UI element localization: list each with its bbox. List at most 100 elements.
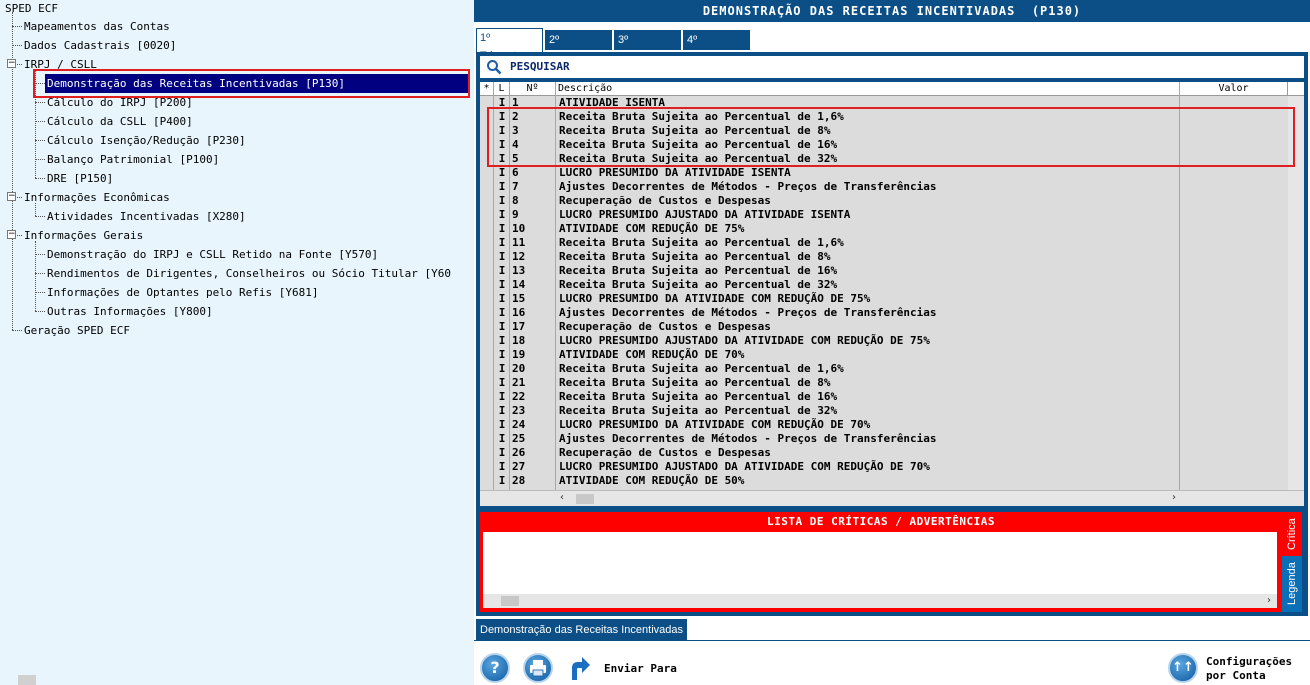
cell-descricao: LUCRO PRESUMIDO AJUSTADO DA ATIVIDADE CO… [559, 334, 930, 347]
cell-l: I [498, 180, 506, 193]
tree-line [35, 311, 45, 312]
tree-item-dados-cadastrais[interactable]: Dados Cadastrais [0020] [22, 36, 178, 55]
cell-l: I [498, 334, 506, 347]
cell-numero: 28 [512, 474, 526, 487]
cell-l: I [498, 348, 506, 361]
scrollbar-thumb[interactable] [501, 596, 519, 606]
tree-item-rendimentos-dirigentes[interactable]: Rendimentos de Dirigentes, Conselheiros … [45, 264, 453, 283]
cell-l: I [498, 320, 506, 333]
cell-numero: 10 [512, 222, 526, 235]
cell-l: I [498, 194, 506, 207]
help-icon: ? [490, 658, 500, 677]
scroll-right-icon[interactable]: › [1267, 595, 1271, 606]
cell-l: I [498, 418, 506, 431]
cell-l: I [498, 446, 506, 459]
cell-l: I [498, 376, 506, 389]
cell-numero: 8 [512, 194, 519, 207]
cell-numero: 11 [512, 236, 526, 249]
scrollbar-thumb[interactable] [18, 675, 36, 685]
navigation-tree: SPED ECF − − − Mapeamentos das Contas Da… [0, 0, 474, 685]
cell-l: I [498, 474, 506, 487]
config-button[interactable]: ↑↑ [1168, 653, 1198, 683]
cell-l: I [498, 278, 506, 291]
cell-descricao: LUCRO PRESUMIDO AJUSTADO DA ATIVIDADE IS… [559, 208, 851, 221]
print-button[interactable] [523, 653, 553, 683]
cell-descricao: Ajustes Decorrentes de Métodos - Preços … [559, 180, 937, 193]
cell-l: I [498, 292, 506, 305]
cell-descricao: Receita Bruta Sujeita ao Percentual de 1… [559, 390, 838, 403]
bottom-tab-receitas[interactable]: Demonstração das Receitas Incentivadas [476, 619, 687, 641]
tree-item-info-economicas[interactable]: Informações Econômicas [22, 188, 172, 207]
main-panel: DEMONSTRAÇÃO DAS RECEITAS INCENTIVADAS (… [474, 0, 1310, 685]
cell-numero: 26 [512, 446, 526, 459]
tab-critica[interactable]: Crítica [1282, 512, 1302, 556]
cell-numero: 23 [512, 404, 526, 417]
search-icon[interactable] [486, 59, 502, 75]
cell-numero: 21 [512, 376, 526, 389]
config-label-line2[interactable]: por Conta [1206, 669, 1266, 682]
cell-descricao: LUCRO PRESUMIDO DA ATIVIDADE COM REDUÇÃO… [559, 292, 871, 305]
tree-line [12, 330, 22, 331]
cell-descricao: Recuperação de Custos e Despesas [559, 320, 771, 333]
tree-horizontal-scrollbar[interactable] [0, 675, 474, 685]
cell-numero: 24 [512, 418, 526, 431]
cell-l: I [498, 460, 506, 473]
tab-4-trimestre[interactable]: 4º Trimestre [683, 30, 750, 64]
col-header-descricao[interactable]: Descrição [556, 82, 1180, 96]
tree-item-dre[interactable]: DRE [P150] [45, 169, 115, 188]
tree-item-mapeamentos[interactable]: Mapeamentos das Contas [22, 17, 172, 36]
scrollbar-thumb[interactable] [576, 494, 594, 504]
tree-item-calculo-isencao[interactable]: Cálculo Isenção/Redução [P230] [45, 131, 248, 150]
cell-descricao: ATIVIDADE COM REDUÇÃO DE 70% [559, 348, 745, 361]
tab-3-trimestre[interactable]: 3º Trimestre [614, 30, 681, 64]
highlight-box [487, 107, 1295, 167]
cell-l: I [498, 166, 506, 179]
tree-item-info-gerais[interactable]: Informações Gerais [22, 226, 145, 245]
tree-item-outras-informacoes[interactable]: Outras Informações [Y800] [45, 302, 215, 321]
tree-line [35, 121, 45, 122]
tab-2-trimestre[interactable]: 2º Trimestre [545, 30, 612, 64]
col-header-numero[interactable]: Nº [510, 82, 556, 96]
cell-l: I [498, 208, 506, 221]
panel-title: DEMONSTRAÇÃO DAS RECEITAS INCENTIVADAS (… [474, 0, 1310, 22]
collapse-icon[interactable]: − [7, 230, 16, 239]
tree-item-optantes-refis[interactable]: Informações de Optantes pelo Refis [Y681… [45, 283, 321, 302]
col-header-star[interactable]: * [480, 82, 494, 96]
cell-l: I [498, 306, 506, 319]
criticas-list[interactable]: › [483, 532, 1277, 608]
tree-line [35, 140, 45, 141]
tree-item-calculo-csll[interactable]: Cálculo da CSLL [P400] [45, 112, 195, 131]
config-label-line1[interactable]: Configurações [1206, 655, 1292, 668]
scroll-left-icon[interactable]: ‹ [560, 492, 564, 503]
cell-numero: 6 [512, 166, 519, 179]
tree-item-balanco[interactable]: Balanço Patrimonial [P100] [45, 150, 221, 169]
cell-descricao: LUCRO PRESUMIDO DA ATIVIDADE COM REDUÇÃO… [559, 418, 871, 431]
send-to-label[interactable]: Enviar Para [604, 662, 677, 675]
help-button[interactable]: ? [480, 653, 510, 683]
tab-1-trimestre[interactable]: 1º Trimestre [476, 28, 543, 62]
tab-legenda[interactable]: Legenda [1282, 556, 1302, 612]
tree-line [12, 26, 22, 27]
cell-l: I [498, 236, 506, 249]
collapse-icon[interactable]: − [7, 59, 16, 68]
tree-item-irpj-retido[interactable]: Demonstração do IRPJ e CSLL Retido na Fo… [45, 245, 380, 264]
cell-descricao: Recuperação de Custos e Despesas [559, 446, 771, 459]
criticas-horizontal-scrollbar[interactable]: › [483, 594, 1277, 608]
col-header-valor[interactable]: Valor [1180, 82, 1288, 96]
collapse-icon[interactable]: − [7, 192, 16, 201]
cell-l: I [498, 432, 506, 445]
cell-numero: 7 [512, 180, 519, 193]
tree-item-geracao-sped[interactable]: Geração SPED ECF [22, 321, 132, 340]
grid-horizontal-scrollbar[interactable]: ‹ › [480, 490, 1304, 506]
cell-numero: 18 [512, 334, 526, 347]
search-bar[interactable]: PESQUISAR [480, 56, 1304, 78]
send-arrow-icon[interactable] [568, 654, 592, 682]
col-header-l[interactable]: L [494, 82, 510, 96]
scroll-right-icon[interactable]: › [1172, 492, 1176, 503]
cell-descricao: ATIVIDADE COM REDUÇÃO DE 50% [559, 474, 745, 487]
tree-item-atividades-incentivadas[interactable]: Atividades Incentivadas [X280] [45, 207, 248, 226]
cell-numero: 14 [512, 278, 526, 291]
cell-descricao: LUCRO PRESUMIDO AJUSTADO DA ATIVIDADE CO… [559, 460, 930, 473]
cell-descricao: LUCRO PRESUMIDO DA ATIVIDADE ISENTA [559, 166, 791, 179]
cell-l: I [498, 362, 506, 375]
